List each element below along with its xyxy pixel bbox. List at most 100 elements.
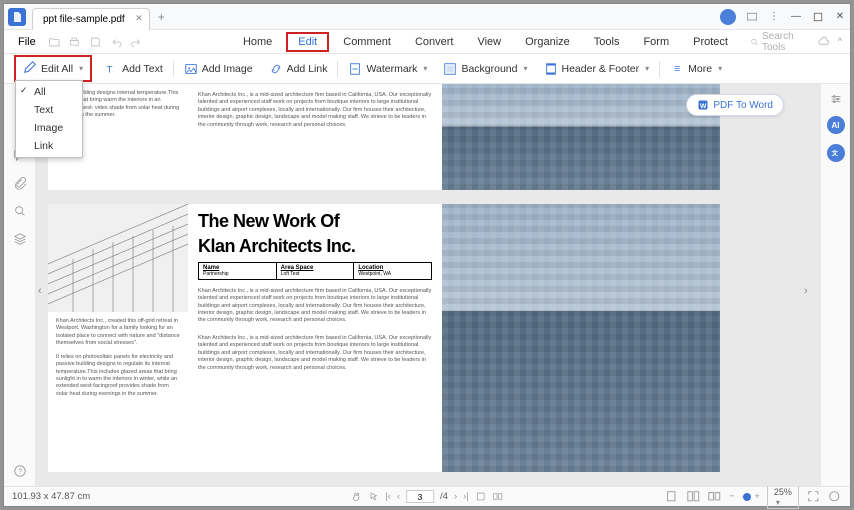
view-mode-1-icon[interactable] (664, 489, 679, 504)
pencil-icon (23, 60, 37, 77)
new-tab-button[interactable]: + (158, 10, 165, 24)
dropdown-all[interactable]: All (16, 83, 82, 101)
fullscreen-icon[interactable] (806, 489, 821, 504)
cloud-icon[interactable] (818, 36, 830, 48)
svg-text:W: W (700, 103, 707, 110)
menu-organize[interactable]: Organize (515, 34, 580, 50)
add-text-button[interactable]: TAdd Text (96, 59, 171, 79)
building-image (442, 204, 720, 472)
feedback-icon[interactable] (746, 11, 758, 23)
architecture-image (48, 204, 188, 312)
first-page-icon[interactable]: |‹ (385, 491, 391, 502)
chevron-down-icon: ▾ (79, 64, 83, 73)
menu-comment[interactable]: Comment (333, 34, 401, 50)
user-avatar[interactable] (720, 9, 736, 25)
more-icon: ≡ (670, 62, 684, 76)
hand-tool-icon[interactable] (351, 491, 362, 502)
svg-text:T: T (107, 64, 113, 75)
settings-icon[interactable] (829, 92, 843, 106)
view-mode-2-icon[interactable] (686, 489, 701, 504)
heading-2: Klan Architects Inc. (198, 237, 432, 256)
image-icon (184, 62, 198, 76)
collapse-ribbon-icon[interactable]: ^ (838, 36, 842, 48)
kebab-icon[interactable]: ⋮ (768, 11, 780, 23)
building-image (442, 84, 720, 190)
menu-home[interactable]: Home (233, 34, 282, 50)
search-icon (750, 37, 759, 47)
help-icon[interactable]: ? (13, 464, 27, 478)
page-total: /4 (440, 491, 448, 502)
pdf-to-word-button[interactable]: W PDF To Word (686, 94, 784, 116)
undo-icon[interactable] (110, 35, 123, 49)
menu-edit[interactable]: Edit (286, 32, 329, 52)
info-table: NamePartnership Area SpaceLoft Test Loca… (198, 262, 432, 280)
menu-protect[interactable]: Protect (683, 34, 738, 50)
menu-file[interactable]: File (12, 34, 42, 50)
zoom-in-icon[interactable]: + (754, 491, 760, 502)
menu-view[interactable]: View (467, 34, 511, 50)
attachments-icon[interactable] (13, 176, 27, 190)
redo-icon[interactable] (130, 35, 143, 49)
add-link-button[interactable]: Add Link (261, 59, 336, 79)
prev-page-icon[interactable]: ‹ (397, 491, 400, 502)
edit-all-button[interactable]: Edit All ▾ (17, 58, 89, 79)
chevron-down-icon: ▾ (718, 64, 722, 73)
last-page-icon[interactable]: ›| (463, 491, 469, 502)
page-input[interactable] (406, 490, 434, 503)
fit-width-icon[interactable] (475, 491, 486, 502)
body-text: Khan Architects Inc., is a mid-sized arc… (198, 92, 432, 129)
add-image-button[interactable]: Add Image (176, 59, 261, 79)
search-tools[interactable]: Search Tools (750, 31, 814, 53)
watermark-icon (348, 62, 362, 76)
translate-badge[interactable]: 文 (827, 144, 845, 162)
statusbar: 101.93 x 47.87 cm |‹ ‹ /4 › ›| − + 25% ▾ (4, 486, 850, 506)
select-tool-icon[interactable] (368, 491, 379, 502)
dropdown-text[interactable]: Text (16, 101, 82, 119)
zoom-slider[interactable] (742, 496, 748, 498)
more-button[interactable]: ≡More▾ (662, 59, 730, 79)
document-view[interactable]: W PDF To Word ‹ › passive building desig… (36, 84, 820, 486)
edit-all-dropdown: All Text Image Link (15, 80, 83, 158)
svg-text:文: 文 (831, 149, 838, 158)
chevron-down-icon: ▾ (523, 64, 527, 73)
chevron-down-icon: ▾ (645, 64, 649, 73)
titlebar: ppt file-sample.pdf ✕ + ⋮ — ✕ (4, 4, 850, 30)
header-footer-icon (544, 62, 558, 76)
print-icon[interactable] (68, 35, 81, 49)
body-text-1: Khan Architects Inc., is a mid-sized arc… (198, 288, 432, 325)
dropdown-link[interactable]: Link (16, 137, 82, 155)
tab-title: ppt file-sample.pdf (43, 14, 125, 25)
open-icon[interactable] (48, 35, 61, 49)
chevron-down-icon: ▾ (423, 64, 427, 73)
edit-toolbar: Edit All ▾ All Text Image Link TAdd Text… (4, 54, 850, 84)
save-icon[interactable] (89, 35, 102, 49)
dropdown-image[interactable]: Image (16, 119, 82, 137)
menu-convert[interactable]: Convert (405, 34, 464, 50)
header-footer-button[interactable]: Header & Footer▾ (536, 59, 658, 79)
close-tab-icon[interactable]: ✕ (135, 13, 143, 24)
minimize-icon[interactable]: — (790, 11, 802, 23)
fit-icon[interactable] (827, 489, 842, 504)
next-page-icon[interactable]: › (454, 491, 457, 502)
text-icon: T (104, 62, 118, 76)
find-icon[interactable] (13, 204, 27, 218)
watermark-button[interactable]: Watermark▾ (340, 59, 435, 79)
right-sidebar: AI 文 (820, 84, 850, 486)
fit-page-icon[interactable] (492, 491, 503, 502)
side-text-a: Khan Architects Inc., created this off-g… (48, 312, 188, 354)
menu-tools[interactable]: Tools (584, 34, 630, 50)
background-button[interactable]: Background▾ (435, 59, 535, 79)
ai-badge[interactable]: AI (827, 116, 845, 134)
background-icon (443, 62, 457, 76)
document-tab[interactable]: ppt file-sample.pdf ✕ (32, 8, 150, 30)
menu-form[interactable]: Form (633, 34, 679, 50)
zoom-out-icon[interactable]: − (729, 491, 735, 502)
close-window-icon[interactable]: ✕ (834, 11, 846, 23)
read-mode-icon[interactable] (707, 489, 722, 504)
maximize-icon[interactable] (812, 11, 824, 23)
layers-icon[interactable] (13, 232, 27, 246)
zoom-value[interactable]: 25% ▾ (767, 485, 799, 509)
svg-text:?: ? (18, 469, 22, 476)
app-logo (8, 8, 26, 26)
coords-label: 101.93 x 47.87 cm (12, 491, 90, 502)
